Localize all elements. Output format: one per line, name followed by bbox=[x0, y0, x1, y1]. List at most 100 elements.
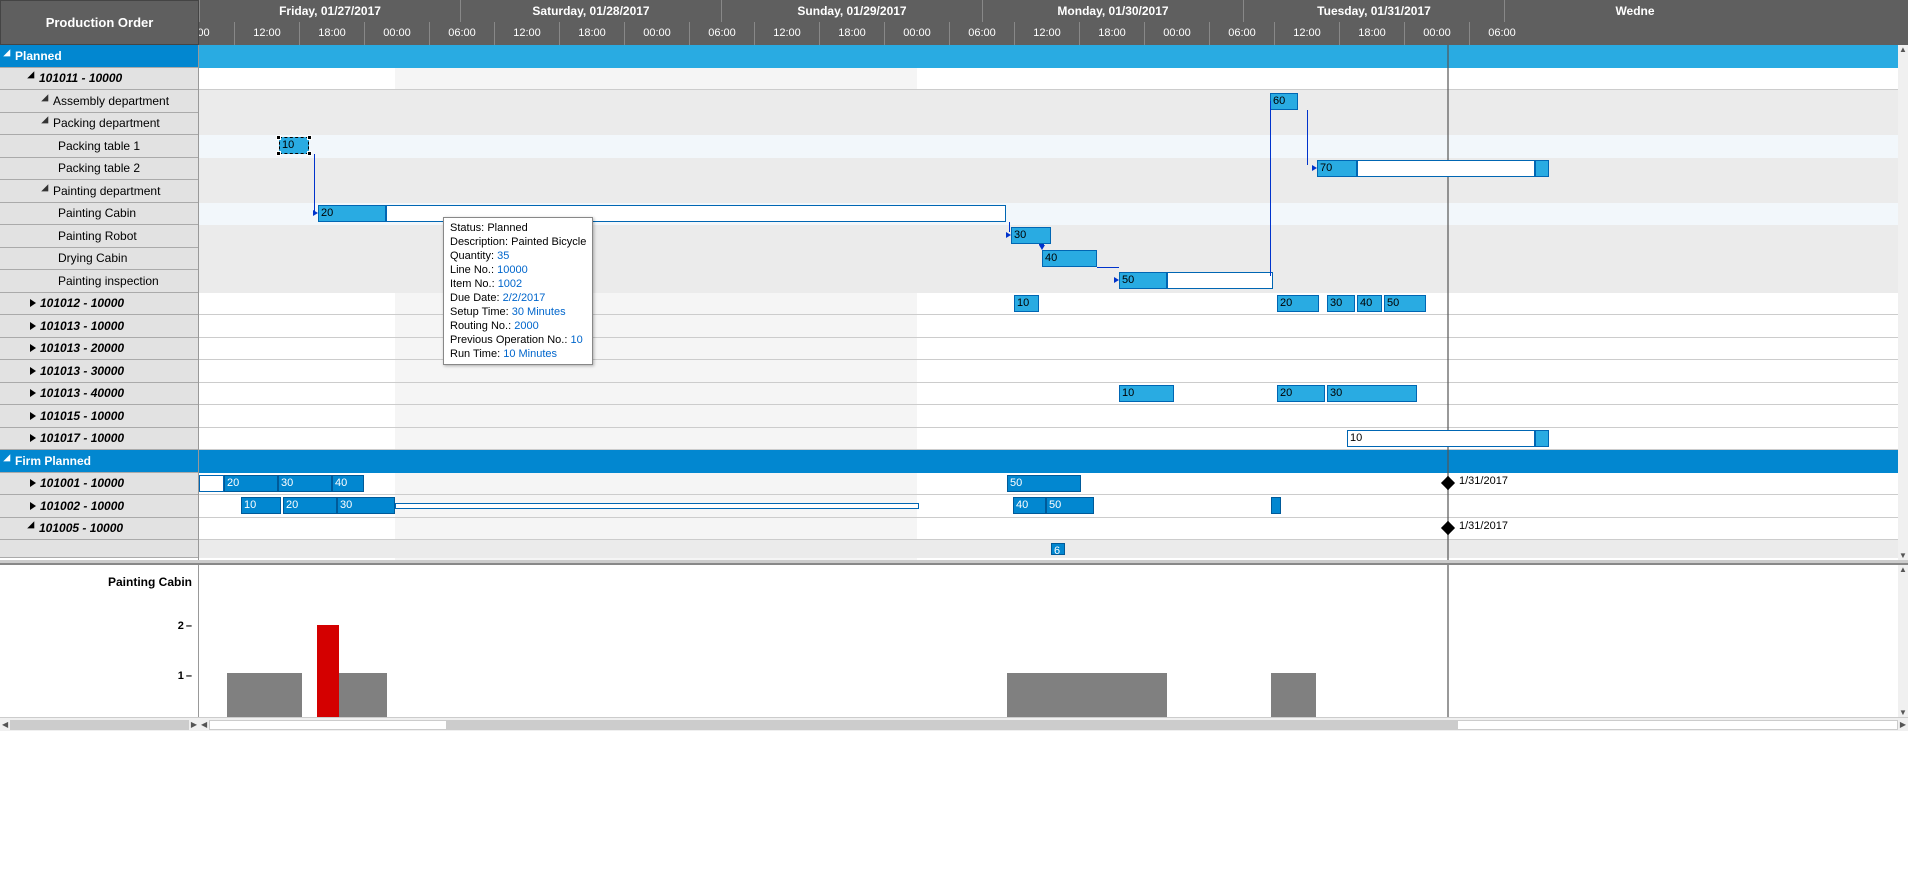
hour-col: 06:00 bbox=[1209, 22, 1274, 45]
gantt-bar-outline[interactable] bbox=[1167, 272, 1273, 289]
gantt-bar[interactable]: 20 bbox=[1277, 385, 1325, 402]
tree-resource[interactable]: Painting inspection bbox=[0, 270, 198, 293]
gantt-bar[interactable]: 30 bbox=[1327, 385, 1417, 402]
hour-col: 18:00 bbox=[1339, 22, 1404, 45]
tree-resource[interactable]: Packing table 1 bbox=[0, 135, 198, 158]
gantt-bar[interactable]: 20 bbox=[224, 475, 278, 492]
tree-order[interactable]: 101011 - 10000 bbox=[0, 68, 198, 91]
gantt-bar[interactable]: 40 bbox=[1042, 250, 1097, 267]
row-bg bbox=[199, 45, 1908, 68]
tree-order[interactable]: 101012 - 10000 bbox=[0, 293, 198, 316]
histogram-title: Painting Cabin bbox=[108, 575, 192, 589]
tree-order[interactable]: 101001 - 10000 bbox=[0, 473, 198, 496]
resize-handle[interactable] bbox=[307, 151, 312, 156]
resize-handle[interactable] bbox=[276, 135, 281, 140]
gantt-bar[interactable]: 10 bbox=[1014, 295, 1039, 312]
tree-order[interactable]: 101013 - 20000 bbox=[0, 338, 198, 361]
scroll-right-icon[interactable]: ▶ bbox=[191, 720, 197, 729]
gantt-bar[interactable]: 30 bbox=[337, 497, 395, 514]
vertical-scrollbar[interactable]: ▲ ▼ bbox=[1898, 45, 1908, 560]
gantt-bar[interactable]: 40 bbox=[1013, 497, 1046, 514]
gantt-bar[interactable]: 50 bbox=[1046, 497, 1094, 514]
gantt-bar[interactable]: 6 bbox=[1051, 543, 1065, 555]
day-col: Saturday, 01/28/2017 bbox=[460, 0, 721, 22]
gantt-grid[interactable]: 60 10 70 20 30 40 50 10 20 30 40 bbox=[199, 45, 1908, 560]
tree-panel[interactable]: Planned 101011 - 10000 Assembly departme… bbox=[0, 45, 199, 560]
row-bg bbox=[199, 158, 1908, 181]
resize-handle[interactable] bbox=[307, 135, 312, 140]
gantt-bar-outline[interactable]: 10 bbox=[1347, 430, 1535, 447]
gantt-bar[interactable] bbox=[1271, 497, 1281, 514]
gantt-bar[interactable]: 20 bbox=[1277, 295, 1319, 312]
gantt-bar[interactable]: 20 bbox=[318, 205, 386, 222]
gantt-bar[interactable]: 20 bbox=[283, 497, 337, 514]
timeline-header: Production Order Friday, 01/27/2017 Satu… bbox=[0, 0, 1908, 45]
histogram-bar bbox=[1271, 673, 1316, 717]
gantt-bar-outline[interactable] bbox=[199, 475, 224, 492]
tree-hscroll[interactable]: ◀ ▶ bbox=[0, 717, 199, 731]
grid-hscroll[interactable]: ◀ ▶ bbox=[199, 717, 1908, 731]
day-col: Sunday, 01/29/2017 bbox=[721, 0, 982, 22]
scroll-down-icon[interactable]: ▼ bbox=[1899, 708, 1907, 717]
scroll-down-icon[interactable]: ▼ bbox=[1899, 551, 1907, 560]
tree-group-firmplanned[interactable]: Firm Planned bbox=[0, 450, 198, 473]
gantt-bar[interactable]: 10 bbox=[1119, 385, 1174, 402]
scroll-left-icon[interactable]: ◀ bbox=[2, 720, 8, 729]
scroll-right-icon[interactable]: ▶ bbox=[1900, 720, 1906, 729]
gantt-bar-outline[interactable] bbox=[395, 503, 919, 509]
timeline-scale[interactable]: Friday, 01/27/2017 Saturday, 01/28/2017 … bbox=[199, 0, 1908, 45]
tree-order[interactable]: 101013 - 10000 bbox=[0, 315, 198, 338]
day-col: Tuesday, 01/31/2017 bbox=[1243, 0, 1504, 22]
hour-col: 06:00 bbox=[1469, 22, 1534, 45]
tree-group-planned[interactable]: Planned bbox=[0, 45, 198, 68]
histogram-tick: 1 bbox=[178, 670, 192, 682]
gantt-bar[interactable]: 40 bbox=[1357, 295, 1382, 312]
tree-resource[interactable]: Drying Cabin bbox=[0, 248, 198, 271]
gantt-bar[interactable]: 50 bbox=[1384, 295, 1426, 312]
gantt-bar[interactable]: 30 bbox=[1011, 227, 1051, 244]
tree-dept[interactable]: Painting department bbox=[0, 180, 198, 203]
gantt-bar[interactable]: 60 bbox=[1270, 93, 1298, 110]
gantt-bar-outline[interactable] bbox=[1357, 160, 1535, 177]
day-col: Friday, 01/27/2017 bbox=[199, 0, 460, 22]
gantt-bar[interactable]: 70 bbox=[1317, 160, 1357, 177]
hour-col: 18:00 bbox=[1079, 22, 1144, 45]
gantt-bar[interactable] bbox=[1535, 430, 1549, 447]
scroll-left-icon[interactable]: ◀ bbox=[201, 720, 207, 729]
tree-resource[interactable]: Painting Cabin bbox=[0, 203, 198, 226]
link bbox=[1097, 267, 1119, 268]
tree-dept[interactable]: Assembly department bbox=[0, 90, 198, 113]
tree-resource[interactable]: Painting Robot bbox=[0, 225, 198, 248]
gantt-bar[interactable]: 50 bbox=[1007, 475, 1081, 492]
resize-handle[interactable] bbox=[276, 151, 281, 156]
gantt-main: Planned 101011 - 10000 Assembly departme… bbox=[0, 45, 1908, 560]
hour-col: 00:00 bbox=[884, 22, 949, 45]
scroll-up-icon[interactable]: ▲ bbox=[1899, 45, 1907, 54]
tree-order[interactable]: 101005 - 10000 bbox=[0, 518, 198, 541]
row-bg bbox=[199, 90, 1908, 113]
row-bg bbox=[199, 383, 1908, 406]
gantt-bar[interactable]: 10 bbox=[241, 497, 281, 514]
gantt-bar[interactable]: 30 bbox=[1327, 295, 1355, 312]
gantt-bar[interactable]: 30 bbox=[278, 475, 332, 492]
tree-dept-partial[interactable] bbox=[0, 540, 198, 558]
histogram-chart[interactable]: ▲ ▼ bbox=[199, 565, 1908, 717]
hour-col: 00:00 bbox=[364, 22, 429, 45]
link-arrow-icon bbox=[1039, 245, 1045, 250]
hour-col: 12:00 bbox=[494, 22, 559, 45]
scroll-up-icon[interactable]: ▲ bbox=[1899, 565, 1907, 574]
gantt-bar[interactable]: 50 bbox=[1119, 272, 1167, 289]
tree-resource[interactable]: Packing table 2 bbox=[0, 158, 198, 181]
gantt-bar[interactable] bbox=[1535, 160, 1549, 177]
vertical-scrollbar[interactable]: ▲ ▼ bbox=[1898, 565, 1908, 717]
tree-order[interactable]: 101002 - 10000 bbox=[0, 495, 198, 518]
milestone-label: 1/31/2017 bbox=[1459, 475, 1508, 487]
tree-order[interactable]: 101017 - 10000 bbox=[0, 428, 198, 451]
gantt-bar[interactable]: 40 bbox=[332, 475, 364, 492]
tree-dept[interactable]: Packing department bbox=[0, 113, 198, 136]
link bbox=[1270, 101, 1271, 276]
tree-order[interactable]: 101013 - 40000 bbox=[0, 383, 198, 406]
tree-order[interactable]: 101015 - 10000 bbox=[0, 405, 198, 428]
tree-order[interactable]: 101013 - 30000 bbox=[0, 360, 198, 383]
gantt-bar-selected[interactable]: 10 bbox=[279, 137, 309, 154]
